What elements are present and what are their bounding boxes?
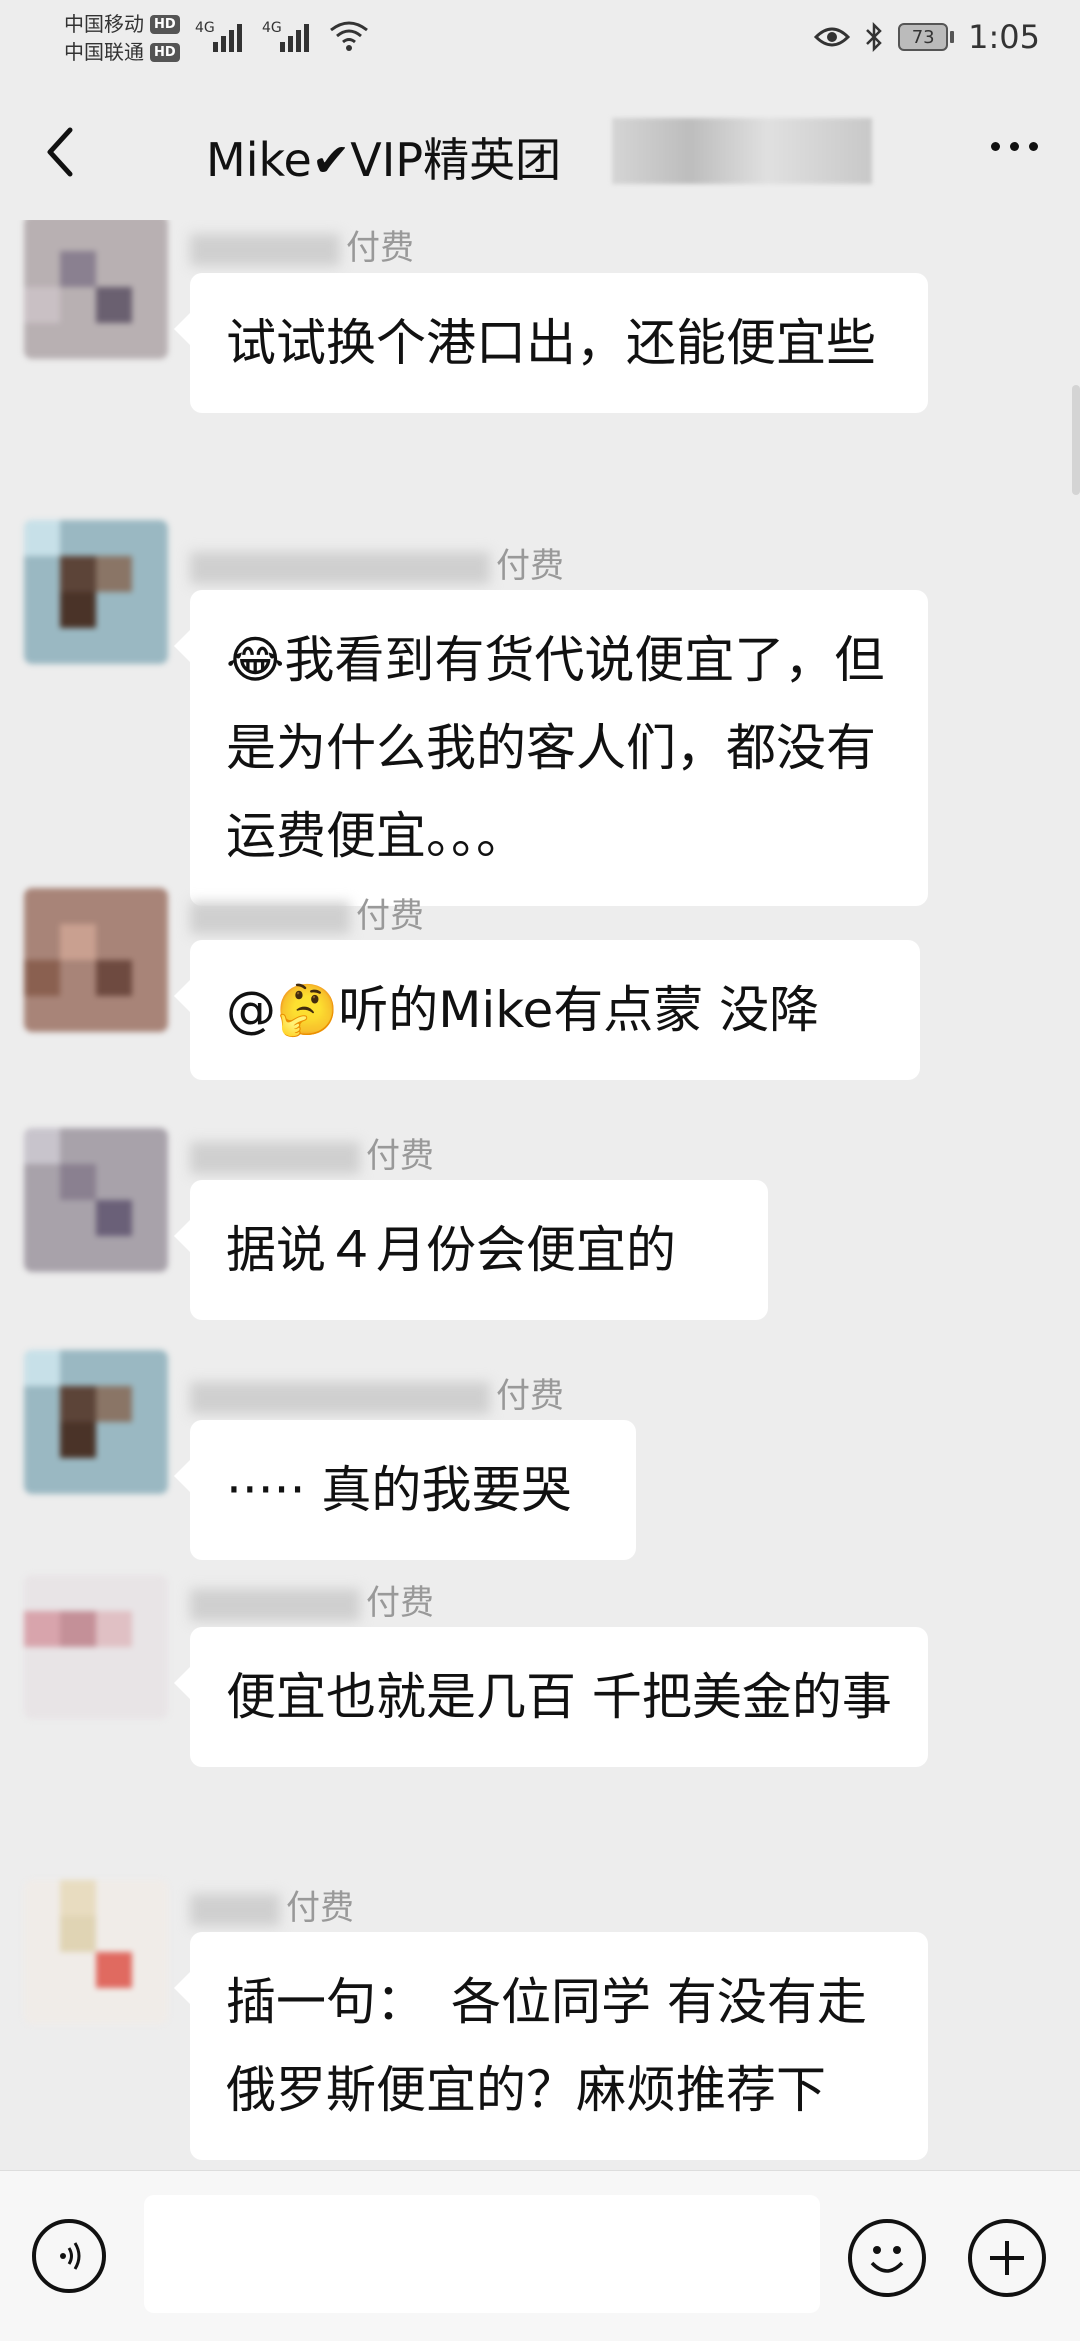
- avatar[interactable]: [24, 1880, 168, 2024]
- message-bubble[interactable]: 😂我看到有货代说便宜了，但是为什么我的客人们，都没有运费便宜。。。: [174, 590, 928, 906]
- voice-button[interactable]: [32, 2219, 106, 2293]
- carrier-1: 中国移动: [64, 12, 144, 36]
- hd-badge: HD: [150, 42, 180, 62]
- message-bubble[interactable]: 试试换个港口出，还能便宜些: [174, 273, 928, 413]
- eye-icon: [814, 27, 851, 47]
- message-text: 据说４月份会便宜的: [226, 1221, 676, 1279]
- add-button[interactable]: [968, 2219, 1046, 2297]
- battery-icon: 73: [898, 23, 955, 51]
- sender-name: 付费: [190, 1128, 434, 1177]
- status-right: 73 1:05: [814, 18, 1040, 56]
- input-bar: [0, 2170, 1080, 2341]
- scrollbar[interactable]: [1072, 385, 1080, 495]
- avatar[interactable]: [24, 888, 168, 1032]
- message-bubble[interactable]: @🤔听的Mike有点蒙 没降: [174, 940, 920, 1080]
- chat-title: Mike✔VIP精英团: [206, 133, 562, 187]
- emoji-icon: [870, 2246, 904, 2273]
- clock: 1:05: [968, 18, 1040, 56]
- emoji-button[interactable]: [848, 2219, 926, 2297]
- back-icon[interactable]: [40, 122, 80, 182]
- message-bubble[interactable]: 插一句： 各位同学 有没有走俄罗斯便宜的？麻烦推荐下: [174, 1932, 928, 2160]
- carrier-2: 中国联通: [64, 40, 144, 64]
- message-bubble[interactable]: 据说４月份会便宜的: [174, 1180, 768, 1320]
- message-text: ····· 真的我要哭: [226, 1461, 572, 1519]
- sender-name: 付费: [190, 538, 564, 587]
- message-input[interactable]: [144, 2195, 820, 2313]
- message-text: @🤔听的Mike有点蒙 没降: [226, 981, 820, 1039]
- carrier-info: 中国移动 HD 中国联通 HD: [64, 10, 180, 66]
- signal-icon: 4G: [195, 20, 242, 52]
- bluetooth-icon: [866, 21, 882, 53]
- message-list[interactable]: 付费 试试换个港口出，还能便宜些 付费 😂我看到有货代说便宜了，但是为什么我的客…: [0, 220, 1080, 2170]
- signal-icon: 4G: [262, 20, 309, 52]
- sender-name: 付费: [190, 1880, 354, 1929]
- message-bubble[interactable]: 便宜也就是几百 千把美金的事: [174, 1627, 928, 1767]
- avatar[interactable]: [24, 220, 168, 359]
- nav-bar: Mike✔VIP精英团: [0, 90, 1080, 220]
- avatar[interactable]: [24, 1350, 168, 1494]
- more-icon[interactable]: [991, 142, 1038, 151]
- message-text: 试试换个港口出，还能便宜些: [226, 314, 876, 372]
- message-bubble[interactable]: ····· 真的我要哭: [174, 1420, 636, 1560]
- signal-indicators: 4G 4G: [195, 20, 369, 52]
- message-text: 便宜也就是几百 千把美金的事: [226, 1668, 892, 1726]
- status-bar: 中国移动 HD 中国联通 HD 4G 4G 73 1:05: [0, 0, 1080, 90]
- wifi-icon: [330, 21, 368, 51]
- message-text: 😂我看到有货代说便宜了，但是为什么我的客人们，都没有运费便宜。。。: [226, 631, 885, 865]
- avatar[interactable]: [24, 1575, 168, 1719]
- sender-name: 付费: [190, 1575, 434, 1624]
- add-icon: [990, 2241, 1024, 2275]
- avatar[interactable]: [24, 520, 168, 664]
- sender-name: 付费: [190, 220, 414, 269]
- avatar[interactable]: [24, 1128, 168, 1272]
- sender-name: 付费: [190, 888, 424, 937]
- blurred-title-region: [612, 118, 872, 184]
- hd-badge: HD: [150, 14, 180, 34]
- message-text: 插一句： 各位同学 有没有走俄罗斯便宜的？麻烦推荐下: [226, 1973, 867, 2119]
- voice-icon: [60, 2242, 81, 2270]
- sender-name: 付费: [190, 1368, 564, 1417]
